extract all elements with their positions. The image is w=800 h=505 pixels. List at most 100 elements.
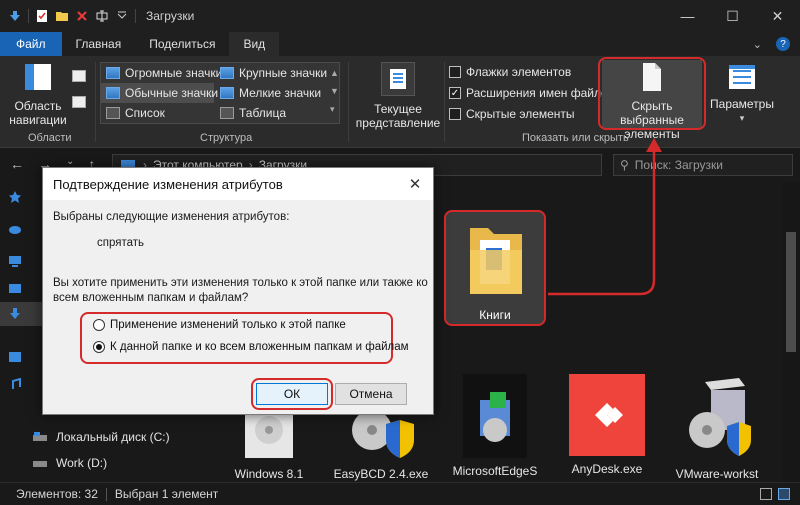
item-checkboxes-label: Флажки элементов [466,65,572,79]
layout-normal-icons-label: Обычные значки [125,86,219,100]
navigation-pane-line1: Область [14,99,62,113]
file-microsoft-edge[interactable]: MicrosoftEdgeS [440,374,550,478]
item-checkboxes-checkbox[interactable] [449,66,461,78]
group-structure-label: Структура [200,132,253,144]
options-dropdown-icon: ▾ [739,113,745,123]
normal-icons-icon [106,87,120,99]
maximize-button[interactable]: ☐ [710,0,755,32]
dialog-changes-label: Выбраны следующие изменения атрибутов: [53,211,290,223]
file-vmware[interactable]: VMware-workst [662,374,772,481]
onedrive-icon[interactable] [8,222,22,236]
cancel-button[interactable]: Отмена [335,383,407,405]
tab-file[interactable]: Файл [0,32,62,56]
huge-icons-icon [106,67,120,79]
current-view-button[interactable]: Текущее представление [354,62,442,130]
options-icon [729,65,755,89]
dialog-question-line1: Вы хотите применить эти изменения только… [53,277,428,289]
option-this-folder-only[interactable]: Применение изменений только к этой папке [93,319,346,331]
status-selected: Выбран 1 элемент [114,487,219,501]
file-anydesk[interactable]: AnyDesk.exe [552,374,662,476]
window-controls: — ☐ ✕ [665,0,800,32]
highlight-hide-selected [598,57,706,130]
hidden-items-label: Скрытые элементы [466,107,575,121]
file-extensions-label: Расширения имен файлов [466,86,615,100]
customize-toolbar-icon[interactable] [115,9,129,23]
item-checkboxes-toggle[interactable]: Флажки элементов [449,62,571,82]
status-bar: Элементов: 32 Выбран 1 элемент [0,482,800,505]
setup-package-icon [480,392,510,442]
ok-button[interactable]: ОК [256,383,328,405]
file-extensions-toggle[interactable]: ✓ Расширения имен файлов [449,83,614,103]
dialog-close-button[interactable]: ✕ [397,168,433,200]
file-label: VMware-workst [675,467,759,481]
this-pc-icon[interactable] [8,254,22,268]
details-view-icon[interactable] [760,488,772,500]
explorer-down-icon[interactable] [8,9,22,23]
file-extensions-checkbox[interactable]: ✓ [449,87,461,99]
collapse-ribbon-icon[interactable]: ⌄ [753,38,762,51]
tab-view[interactable]: Вид [229,32,280,56]
preview-pane-icon[interactable] [72,70,86,82]
layout-table[interactable]: Таблица [220,103,286,123]
hidden-items-toggle[interactable]: Скрытые элементы [449,104,575,124]
properties-icon[interactable] [35,9,49,23]
file-label: EasyBCD 2.4.exe [333,467,429,481]
delete-icon[interactable] [75,9,89,23]
minimize-button[interactable]: — [665,0,710,32]
layout-large-icons-label: Крупные значки [239,66,328,80]
layout-large-icons[interactable]: Крупные значки [220,63,327,83]
pictures-icon[interactable] [8,350,22,364]
layout-scroll[interactable]: ▲ ▼ ▾ [330,64,339,118]
layout-small-icons-label: Мелкие значки [239,86,322,100]
list-icon [106,107,120,119]
annotation-arrow [548,138,662,296]
current-view-icon [390,69,406,89]
option-this-folder-only-label: Применение изменений только к этой папке [110,319,346,331]
table-icon [220,107,234,119]
status-item-count: Элементов: 32 [16,487,98,501]
anydesk-icon [595,403,623,427]
rename-icon[interactable] [95,9,109,23]
radio-this-folder-only[interactable] [93,319,105,331]
help-icon[interactable]: ? [776,37,790,51]
tab-home[interactable]: Главная [62,32,136,56]
current-view-line2: представление [355,116,441,130]
sidebar-item-label: Work (D:) [56,456,108,470]
dialog-change-value: спрятать [97,237,145,249]
quick-access-star-icon[interactable] [8,190,22,204]
large-icons-icon [220,67,234,79]
ribbon-tabs: Файл Главная Поделиться Вид ⌄ ? [0,32,800,56]
desktop-icon[interactable] [8,282,22,296]
file-label: AnyDesk.exe [571,462,643,476]
sidebar-item-work-d[interactable]: Work (D:) [32,456,107,470]
sidebar-item-local-disk-c[interactable]: Локальный диск (C:) [32,430,170,444]
radio-folder-and-subfolders[interactable] [93,341,105,353]
tab-share[interactable]: Поделиться [135,32,229,56]
layout-small-icons[interactable]: Мелкие значки [220,83,321,103]
details-pane-icon[interactable] [72,96,86,108]
file-label: Windows 8.1 [234,467,304,481]
hidden-items-checkbox[interactable] [449,108,461,120]
navigation-pane-button[interactable]: Область навигации [6,62,70,127]
layout-list[interactable]: Список [106,103,165,123]
new-folder-icon[interactable] [55,9,69,23]
option-folder-and-subfolders-label: К данной папке и ко всем вложенным папка… [110,341,409,353]
vertical-scrollbar[interactable] [782,182,800,482]
title-bar: Загрузки — ☐ ✕ [0,0,800,32]
quick-access-toolbar [0,0,136,32]
layout-huge-icons[interactable]: Огромные значки [106,63,222,83]
layout-normal-icons[interactable]: Обычные значки [106,83,218,103]
attribute-change-dialog: Подтверждение изменения атрибутов ✕ Выбр… [42,167,434,415]
option-folder-and-subfolders[interactable]: К данной папке и ко всем вложенным папка… [93,341,409,353]
close-button[interactable]: ✕ [755,0,800,32]
drive-icon [33,432,47,441]
options-button[interactable]: Параметры ▾ [710,62,774,125]
layout-list-label: Список [125,106,165,120]
music-icon[interactable] [8,378,22,392]
back-icon[interactable]: ← [10,156,24,172]
downloads-icon [10,308,20,319]
folder-books[interactable]: Книги [444,210,546,326]
large-icons-view-icon[interactable] [778,488,790,500]
navigation-pane-line2: навигации [9,113,67,127]
scrollbar-thumb[interactable] [786,232,796,352]
